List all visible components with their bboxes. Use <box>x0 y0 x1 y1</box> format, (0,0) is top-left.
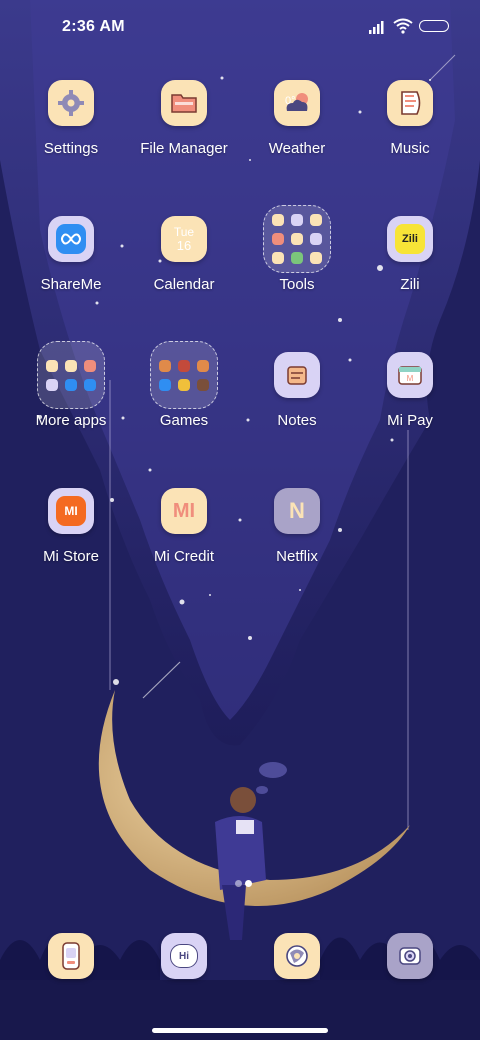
app-label: Settings <box>43 140 99 157</box>
app-label: Mi Credit <box>153 548 214 565</box>
app-settings[interactable]: Settings <box>16 80 126 190</box>
status-bar: 2:36 AM <box>0 0 480 56</box>
wallet-icon: M <box>387 352 433 398</box>
app-label: Notes <box>277 412 317 429</box>
page-indicator-dot <box>235 880 242 887</box>
app-label: Weather <box>268 140 326 157</box>
weather-temp: 0° <box>285 95 296 107</box>
mi-credit-icon: MI <box>161 488 207 534</box>
app-mi-store[interactable]: MI Mi Store <box>16 488 126 598</box>
netflix-icon: N <box>274 488 320 534</box>
wifi-icon <box>393 18 413 34</box>
app-mi-pay[interactable]: M Mi Pay <box>355 352 465 462</box>
mi-logo-icon: MI <box>48 488 94 534</box>
signal-icon <box>369 21 384 34</box>
app-label: Games <box>159 412 209 429</box>
app-label: Calendar <box>153 276 215 293</box>
svg-text:M: M <box>407 374 414 383</box>
status-time: 2:36 AM <box>62 18 125 35</box>
folder-more-apps[interactable]: More apps <box>16 341 126 451</box>
infinity-icon <box>48 216 94 262</box>
app-weather[interactable]: 0° Weather <box>242 80 352 190</box>
calendar-date: 16 <box>176 238 192 253</box>
cloud-icon: 0° <box>274 80 320 126</box>
battery-icon <box>419 20 449 32</box>
mi-credit-logo-text: MI <box>172 499 196 522</box>
app-label: Netflix <box>276 548 318 565</box>
camera-icon[interactable] <box>387 933 433 979</box>
app-calendar[interactable]: Tue 16 Calendar <box>129 216 239 326</box>
message-logo-text: Hi <box>179 950 189 962</box>
app-label: Tools <box>279 276 315 293</box>
app-label: Mi Store <box>43 548 99 565</box>
mi-logo-text: MI <box>64 504 78 518</box>
home-indicator[interactable] <box>152 1028 328 1033</box>
page-indicator-dot-active <box>245 880 252 887</box>
netflix-logo-text: N <box>289 498 305 523</box>
folder-games[interactable]: Games <box>129 341 239 451</box>
app-label: Zili <box>400 276 420 293</box>
folder-tools[interactable]: Tools <box>242 205 352 315</box>
app-label: Music <box>390 140 430 157</box>
app-notes[interactable]: Notes <box>242 352 352 462</box>
gear-icon <box>48 80 94 126</box>
notes-icon <box>274 352 320 398</box>
folder-icon <box>161 80 207 126</box>
calendar-icon: Tue 16 <box>161 216 207 262</box>
app-label: More apps <box>35 412 107 429</box>
app-label: File Manager <box>140 140 228 157</box>
calendar-day: Tue <box>173 225 195 239</box>
app-label: Mi Pay <box>387 412 433 429</box>
browser-icon[interactable] <box>274 933 320 979</box>
phone-icon[interactable] <box>48 933 94 979</box>
app-mi-credit[interactable]: MI Mi Credit <box>129 488 239 598</box>
app-shareme[interactable]: ShareMe <box>16 216 126 326</box>
app-netflix[interactable]: N Netflix <box>242 488 352 598</box>
app-file-manager[interactable]: File Manager <box>129 80 239 190</box>
music-icon <box>387 80 433 126</box>
app-music[interactable]: Music <box>355 80 465 190</box>
zili-icon: Zili <box>387 216 433 262</box>
folder-icon <box>263 205 331 273</box>
zili-logo-text: Zili <box>402 233 418 245</box>
folder-icon <box>150 341 218 409</box>
app-zili[interactable]: Zili Zili <box>355 216 465 326</box>
app-label: ShareMe <box>40 276 102 293</box>
dock: Hi <box>0 930 480 990</box>
message-icon[interactable]: Hi <box>161 933 207 979</box>
folder-icon <box>37 341 105 409</box>
